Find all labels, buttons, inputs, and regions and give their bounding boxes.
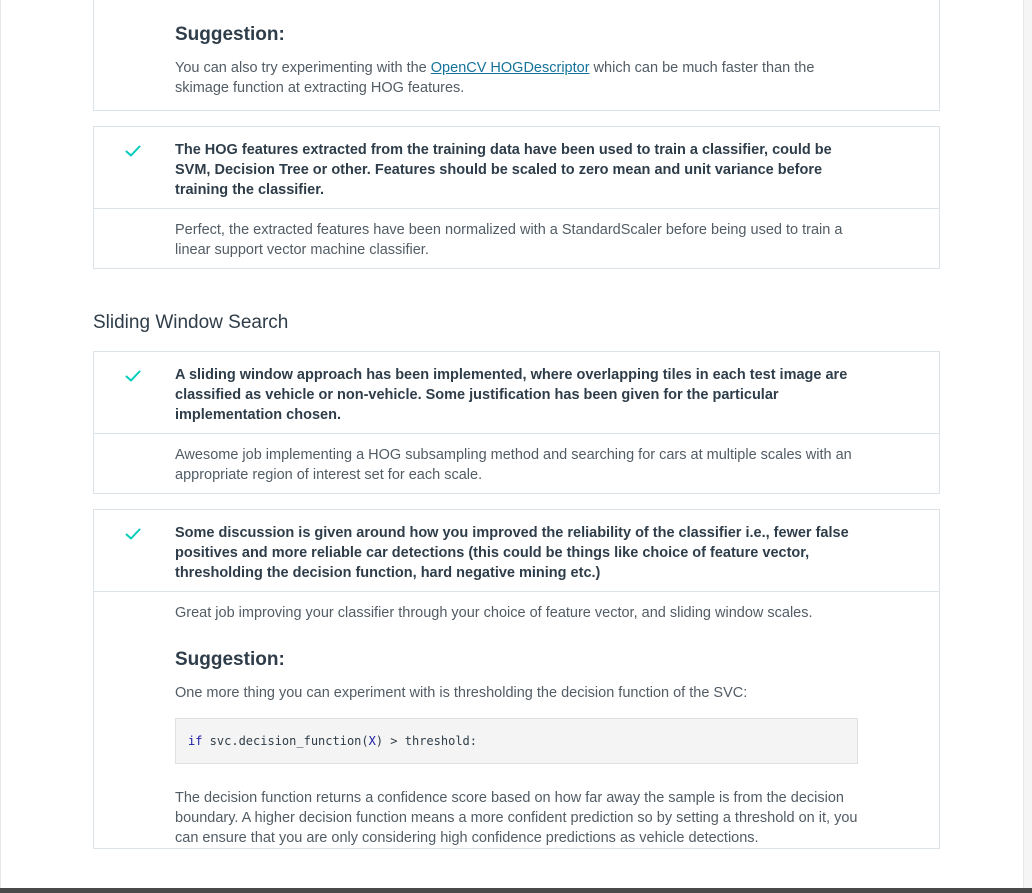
suggestion-text-before: You can also try experimenting with the	[175, 60, 431, 76]
criterion-text: Some discussion is given around how you …	[175, 525, 849, 581]
feedback-body: Great job improving your classifier thro…	[94, 592, 939, 857]
closing-text: The decision function returns a confiden…	[175, 790, 858, 846]
code-rest: ) > threshold:	[375, 734, 478, 748]
code-keyword: if	[188, 734, 203, 748]
criterion-text: The HOG features extracted from the trai…	[175, 142, 832, 198]
criterion-text: A sliding window approach has been imple…	[175, 367, 848, 423]
opencv-hogdescriptor-link[interactable]: OpenCV HOGDescriptor	[431, 60, 590, 76]
review-card-sliding-window: A sliding window approach has been imple…	[93, 351, 940, 494]
review-card-hog-suggestion: Suggestion: You can also try experimenti…	[93, 0, 940, 111]
review-card-reliability: Some discussion is given around how you …	[93, 509, 940, 849]
feedback-text: Perfect, the extracted features have bee…	[175, 222, 843, 258]
code-block: if svc.decision_function(X) > threshold:	[175, 718, 858, 764]
feedback-text: Awesome job implementing a HOG subsampli…	[175, 447, 852, 483]
criterion-header: The HOG features extracted from the trai…	[94, 127, 939, 209]
check-icon	[125, 528, 141, 540]
suggestion-body: Suggestion: You can also try experimenti…	[94, 0, 939, 107]
feedback-text: Great job improving your classifier thro…	[175, 605, 813, 621]
suggestion-text: You can also try experimenting with the …	[175, 58, 859, 98]
suggestion-title: Suggestion:	[175, 649, 285, 670]
review-card-classifier: The HOG features extracted from the trai…	[93, 126, 940, 269]
check-icon	[125, 370, 141, 382]
section-title: Sliding Window Search	[93, 312, 289, 333]
bottom-bar	[0, 888, 1032, 893]
suggestion-title: Suggestion:	[175, 24, 285, 45]
code-call: svc.decision_function(	[202, 734, 369, 748]
check-icon	[125, 145, 141, 157]
review-page: Suggestion: You can also try experimenti…	[0, 0, 1024, 893]
suggestion-text: One more thing you can experiment with i…	[175, 685, 748, 701]
criterion-header: A sliding window approach has been imple…	[94, 352, 939, 434]
criterion-header: Some discussion is given around how you …	[94, 510, 939, 592]
code-arg: X	[368, 734, 376, 748]
